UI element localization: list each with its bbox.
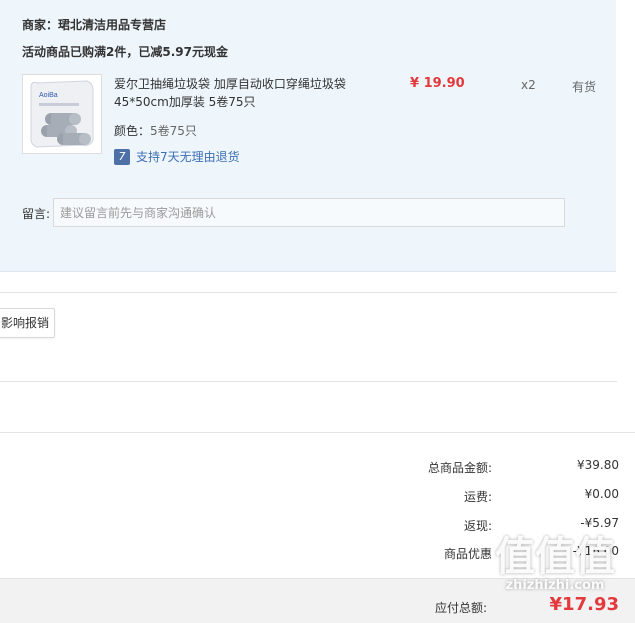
total-label: 应付总额: bbox=[434, 601, 487, 615]
divider bbox=[0, 381, 617, 382]
spec-value: 5卷75只 bbox=[150, 124, 197, 138]
message-label: 留言: bbox=[22, 207, 51, 221]
product-title[interactable]: 爱尔卫抽绳垃圾袋 加厚自动收口穿绳垃圾袋45*50cm加厚装 5卷75只 bbox=[114, 75, 354, 111]
divider bbox=[0, 292, 617, 293]
shipping-value: ¥0.00 bbox=[584, 487, 619, 501]
reimbursement-button[interactable]: 影响报销 bbox=[0, 308, 55, 338]
return-policy[interactable]: 7 支持7天无理由退货 bbox=[114, 148, 240, 165]
promotion-notice: 活动商品已购满2件，已减5.97元现金 bbox=[22, 45, 228, 59]
watermark-text: zhizhizhi.com bbox=[505, 578, 605, 593]
divider bbox=[0, 432, 635, 433]
product-spec: 颜色：5卷75只 bbox=[114, 122, 197, 139]
product-thumbnail[interactable]: AoiBa bbox=[22, 74, 102, 154]
message-input[interactable] bbox=[53, 198, 565, 227]
return-policy-label: 支持7天无理由退货 bbox=[136, 150, 240, 164]
site-watermark: 值值值 zhizhizhi.com bbox=[485, 535, 625, 593]
watermark-logo: 值值值 bbox=[495, 534, 615, 580]
stock-status: 有货 bbox=[572, 80, 597, 94]
cashback-value: -¥5.97 bbox=[580, 516, 619, 530]
trash-bag-image: AoiBa bbox=[23, 75, 101, 153]
thumb-brand: AoiBa bbox=[39, 92, 58, 99]
shop-prefix: 商家： bbox=[22, 18, 59, 32]
total-value: ¥17.93 bbox=[549, 594, 619, 615]
product-quantity: x2 bbox=[521, 78, 536, 92]
shipping-label: 运费: bbox=[463, 490, 492, 504]
shop-name[interactable]: 珺北清洁用品专营店 bbox=[58, 18, 166, 32]
subtotal-label: 总商品金额: bbox=[427, 461, 492, 475]
cashback-label: 返现: bbox=[463, 519, 492, 533]
spec-label: 颜色： bbox=[114, 124, 151, 138]
product-price: ¥ 19.90 bbox=[410, 76, 465, 91]
shop-header: 商家：珺北清洁用品专营店 bbox=[22, 16, 166, 33]
subtotal-value: ¥39.80 bbox=[577, 458, 619, 472]
seven-day-return-icon: 7 bbox=[114, 148, 130, 165]
